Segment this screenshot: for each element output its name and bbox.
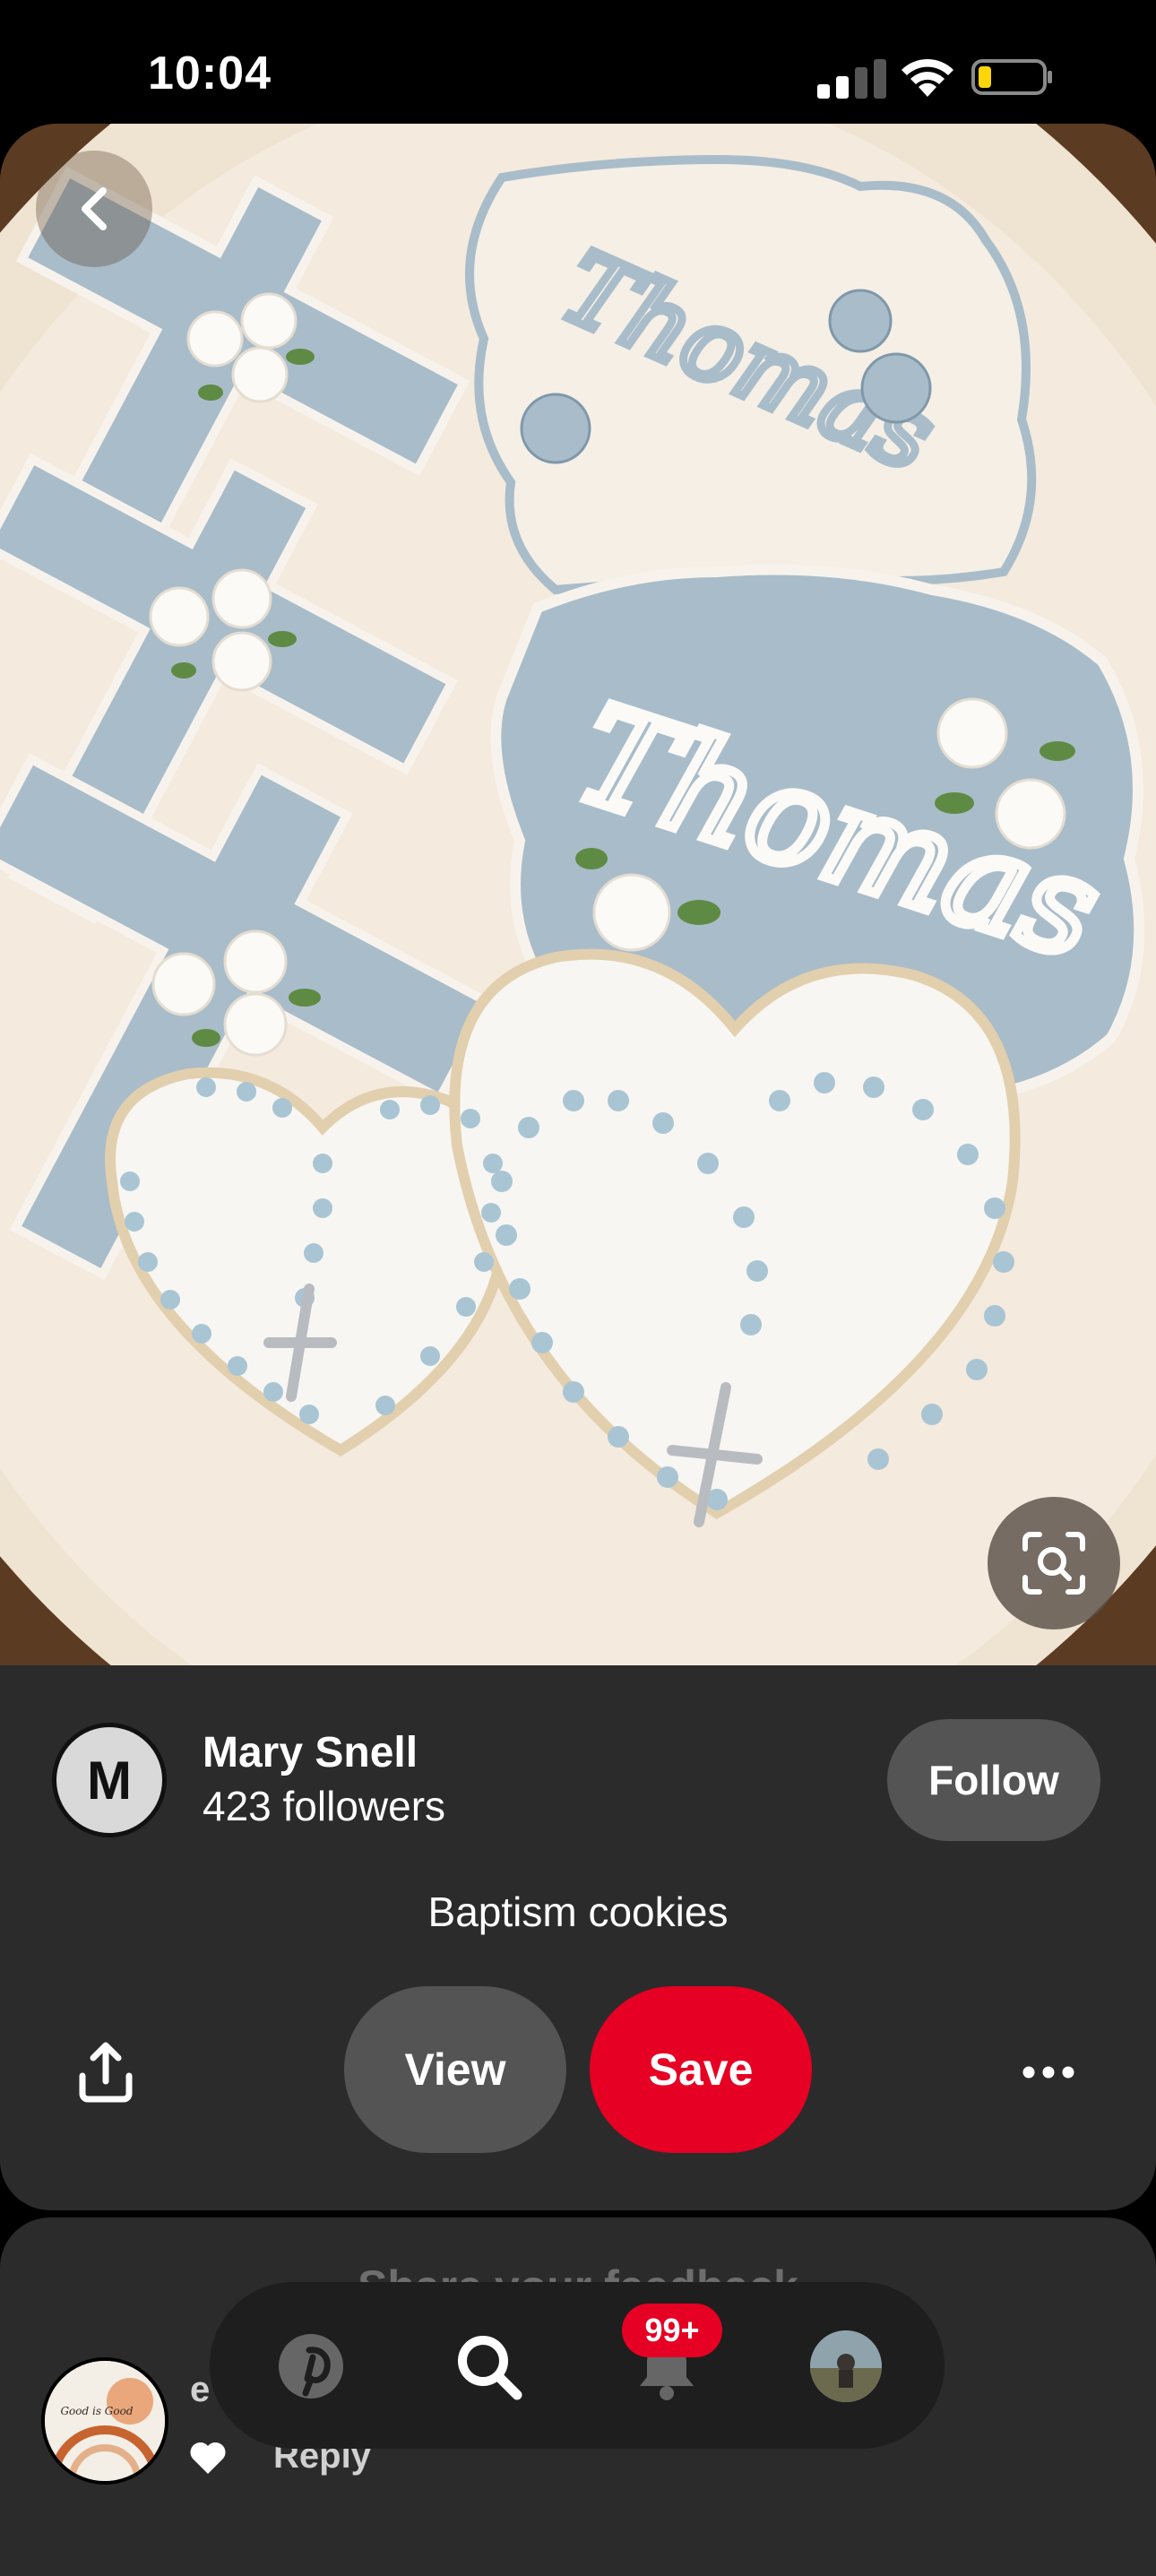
wifi-icon: [902, 58, 953, 97]
cellular-signal-icon: [817, 59, 886, 99]
share-icon[interactable]: [73, 2040, 138, 2105]
notifications-badge: 99+: [622, 2304, 722, 2357]
commenter-avatar-text: Good is Good: [60, 2405, 133, 2417]
pinterest-icon[interactable]: [273, 2329, 349, 2404]
back-icon: [82, 187, 107, 230]
commenter-avatar-art: Good is Good: [45, 2361, 165, 2481]
back-button[interactable]: [36, 151, 152, 267]
commenter-name[interactable]: e: [190, 2370, 210, 2410]
commenter-avatar[interactable]: Good is Good: [41, 2357, 168, 2485]
profile-avatar[interactable]: [810, 2330, 882, 2402]
status-time: 10:04: [148, 48, 272, 99]
creator-name[interactable]: Mary Snell: [203, 1728, 418, 1777]
pin-title: Baptism cookies: [427, 1889, 729, 1935]
creator-avatar[interactable]: M: [52, 1723, 167, 1837]
visual-search-icon: [1022, 1532, 1085, 1595]
search-icon[interactable]: [451, 2329, 526, 2404]
cookies-photo: Thomas Thomas: [0, 124, 1156, 1665]
profile-photo: [810, 2330, 882, 2402]
view-button[interactable]: View: [344, 1986, 566, 2153]
visual-search-button[interactable]: [988, 1497, 1120, 1629]
creator-followers: 423 followers: [203, 1783, 446, 1829]
heart-icon[interactable]: [188, 2440, 228, 2476]
pin-image[interactable]: Thomas Thomas: [0, 124, 1156, 1665]
status-bar: 10:04: [0, 0, 1156, 125]
more-icon[interactable]: [1022, 2053, 1075, 2092]
battery-icon: [971, 59, 1052, 95]
follow-button[interactable]: Follow: [887, 1719, 1100, 1841]
save-button[interactable]: Save: [590, 1986, 812, 2153]
